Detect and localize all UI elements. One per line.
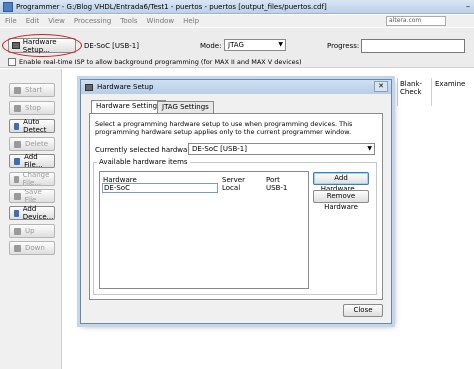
menu-view[interactable]: View [48,17,65,25]
current-hardware-select[interactable]: DE-SoC [USB-1] ▼ [188,143,375,155]
chevron-down-icon: ▼ [367,145,372,152]
auto-detect-button[interactable]: Auto Detect [9,118,55,134]
change-file-label: Change File... [22,171,50,187]
menu-processing[interactable]: Processing [74,17,111,25]
row-port: USB-1 [266,184,288,192]
save-file-button[interactable]: Save File [9,188,55,204]
change-file-icon [14,175,19,183]
add-device-icon [14,209,19,217]
isp-label: Enable real-time ISP to allow background… [19,58,302,66]
save-file-label: Save File [24,188,42,204]
row-server: Local [222,184,241,192]
add-device-button[interactable]: Add Device... [9,205,55,221]
menu-file[interactable]: File [5,17,17,25]
add-file-icon [14,157,21,165]
menu-tools[interactable]: Tools [120,17,137,25]
isp-checkbox[interactable] [8,58,16,66]
auto-detect-icon [14,122,20,130]
current-hardware-value: DE-SoC [USB-1] [192,145,247,153]
current-hardware-label: Currently selected hardware: [95,146,197,154]
change-file-button[interactable]: Change File... [9,171,55,187]
column-header-examine[interactable]: Examine [435,80,465,88]
programmer-toolbar: Hardware Setup... DE-SoC [USB-1] Mode: J… [0,28,474,68]
dialog-titlebar: Hardware Setup [81,80,391,94]
mode-value: JTAG [228,41,244,49]
stop-label: Stop [25,104,41,112]
stop-icon [14,104,21,112]
dialog-title: Hardware Setup [97,83,154,91]
play-icon [14,86,21,94]
column-divider [431,78,432,106]
down-label: Down [25,244,45,252]
add-file-button[interactable]: Add File... [9,153,55,169]
window-title: Programmer - G:/Blog VHDL/Entrada6/Test1… [16,2,327,11]
progress-bar [361,39,465,53]
chevron-down-icon: ▼ [278,41,283,48]
sidebar: Start Stop Auto Detect Delete Add File..… [0,69,62,369]
list-header-port: Port [266,176,280,184]
search-input[interactable]: altera.com [386,16,446,26]
up-label: Up [25,227,35,235]
start-label: Start [25,86,43,94]
save-icon [14,192,21,200]
add-device-label: Add Device... [22,205,54,221]
hardware-setup-dialog: Hardware Setup ✕ Hardware Settings JTAG … [80,79,392,324]
start-button[interactable]: Start [9,83,55,97]
remove-hardware-button[interactable]: Remove Hardware [313,190,369,211]
close-button[interactable]: Close [343,304,383,317]
down-arrow-icon [14,244,21,252]
minimize-icon[interactable]: – [466,2,470,11]
column-divider [397,78,398,106]
window-titlebar: Programmer - G:/Blog VHDL/Entrada6/Test1… [0,0,474,14]
menu-help[interactable]: Help [183,17,199,25]
menu-bar: File Edit View Processing Tools Window H… [0,15,474,27]
delete-icon [14,140,21,148]
delete-button[interactable]: Delete [9,137,55,151]
close-icon[interactable]: ✕ [374,81,388,92]
highlight-annotation [2,34,82,57]
tab-jtag-settings[interactable]: JTAG Settings [157,101,214,113]
mode-select[interactable]: JTAG ▼ [224,39,286,51]
up-arrow-icon [14,227,21,235]
mode-label: Mode: [200,42,222,50]
available-hardware-label: Available hardware items [97,158,190,166]
delete-label: Delete [25,140,48,148]
progress-label: Progress: [327,42,360,50]
stop-button[interactable]: Stop [9,101,55,115]
add-file-label: Add File... [24,153,43,169]
dialog-description: Select a programming hardware setup to u… [95,120,353,136]
hardware-value: DE-SoC [USB-1] [84,42,139,50]
list-header-server: Server [222,176,245,184]
tab-hardware-settings[interactable]: Hardware Settings [91,100,166,114]
auto-detect-label: Auto Detect [23,118,47,134]
menu-edit[interactable]: Edit [26,17,40,25]
menu-window[interactable]: Window [147,17,175,25]
add-hardware-button[interactable]: Add Hardware... [313,172,369,193]
column-header-blank-check[interactable]: Blank- Check [400,80,422,96]
row-hardware: DE-SoC [104,184,130,192]
app-icon [3,1,13,12]
hardware-icon [85,83,93,91]
down-button[interactable]: Down [9,241,55,255]
up-button[interactable]: Up [9,224,55,238]
